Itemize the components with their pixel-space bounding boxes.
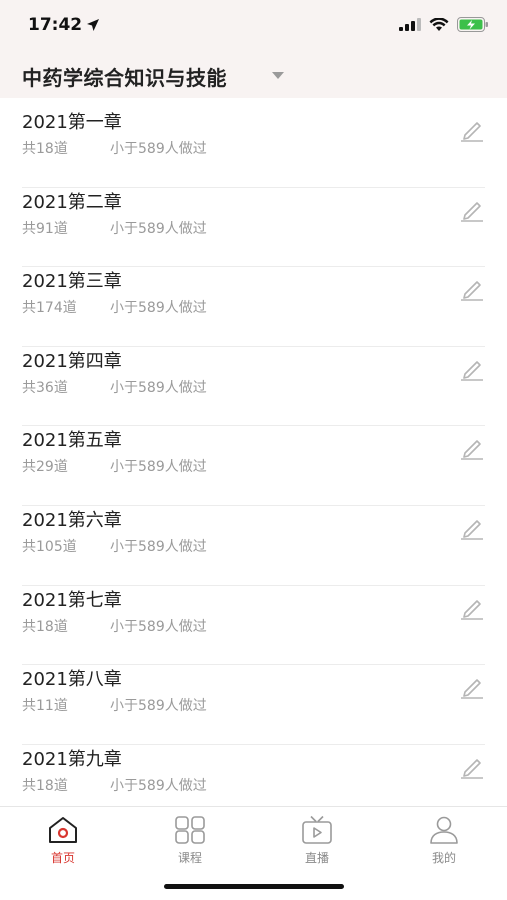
- chapter-title: 2021第一章: [22, 112, 122, 133]
- question-count: 共36道: [22, 379, 68, 396]
- question-count: 共105道: [22, 539, 77, 555]
- status-indicators: [399, 17, 489, 32]
- question-count: 共18道: [22, 777, 68, 794]
- chapter-list[interactable]: 2021第一章 共18道 小于589人做过 2021第二章 共91道 小于589…: [0, 98, 507, 806]
- chapter-meta: 共174道 小于589人做过: [22, 297, 207, 317]
- grid-icon: [175, 816, 205, 844]
- done-count: 小于589人做过: [110, 618, 207, 635]
- chapter-item[interactable]: 2021第一章 共18道 小于589人做过: [0, 108, 507, 188]
- chapter-item[interactable]: 2021第九章 共18道 小于589人做过: [0, 745, 507, 806]
- done-count: 小于589人做过: [110, 777, 207, 794]
- chapter-title: 2021第四章: [22, 350, 122, 372]
- tab-home[interactable]: 首页: [0, 815, 126, 875]
- done-count: 小于589人做过: [110, 539, 207, 555]
- chapter-meta: 共18道 小于589人做过: [22, 138, 207, 158]
- chapter-item[interactable]: 2021第六章 共105道 小于589人做过: [0, 506, 507, 586]
- edit-pencil-icon[interactable]: [459, 438, 485, 461]
- user-icon: [430, 816, 458, 844]
- edit-pencil-icon[interactable]: [459, 757, 485, 779]
- tab-courses-label: 课程: [177, 851, 202, 865]
- question-count: 共174道: [22, 300, 77, 317]
- done-count: 小于589人做过: [110, 379, 207, 396]
- tab-courses[interactable]: 课程: [127, 815, 253, 875]
- question-count: 共91道: [22, 220, 68, 237]
- done-count: 小于589人做过: [110, 459, 207, 476]
- location-arrow-icon: [87, 19, 100, 31]
- dropdown-caret-icon[interactable]: [272, 72, 284, 79]
- home-icon: [49, 817, 77, 843]
- status-time-text: 17:42: [28, 15, 83, 35]
- chapter-item[interactable]: 2021第八章 共11道 小于589人做过: [0, 665, 507, 745]
- chapter-meta: 共105道 小于589人做过: [22, 536, 207, 556]
- chapter-meta: 共18道 小于589人做过: [22, 616, 207, 636]
- question-count: 共18道: [22, 141, 68, 157]
- chapter-title: 2021第五章: [22, 430, 122, 452]
- done-count: 小于589人做过: [110, 300, 207, 317]
- chapter-item[interactable]: 2021第二章 共91道 小于589人做过: [0, 188, 507, 268]
- chapter-meta: 共18道 小于589人做过: [22, 775, 207, 795]
- edit-pencil-icon[interactable]: [459, 598, 485, 620]
- edit-pencil-icon[interactable]: [459, 200, 485, 222]
- chapter-meta: 共29道 小于589人做过: [22, 456, 207, 476]
- chapter-meta: 共11道 小于589人做过: [22, 695, 207, 715]
- chapter-item[interactable]: 2021第三章 共174道 小于589人做过: [0, 267, 507, 347]
- battery-charging-icon: [457, 17, 488, 32]
- chapter-item[interactable]: 2021第五章 共29道 小于589人做过: [0, 426, 507, 506]
- edit-pencil-icon[interactable]: [459, 120, 485, 142]
- chapter-meta: 共36道 小于589人做过: [22, 377, 207, 397]
- app-screen: 17:42 中药学综合知识与技能 2021第一章 共18道 小于589人做过 2…: [0, 0, 507, 900]
- subject-header[interactable]: 中药学综合知识与技能: [0, 52, 507, 98]
- chapter-item[interactable]: 2021第七章 共18道 小于589人做过: [0, 586, 507, 666]
- status-time: 17:42: [28, 15, 100, 35]
- tab-mine-label: 我的: [431, 851, 456, 865]
- chapter-title: 2021第三章: [22, 271, 122, 293]
- question-count: 共11道: [22, 698, 68, 715]
- done-count: 小于589人做过: [110, 698, 207, 715]
- home-indicator[interactable]: [164, 884, 344, 889]
- tv-play-icon: [302, 815, 332, 844]
- edit-pencil-icon[interactable]: [459, 279, 485, 301]
- question-count: 共18道: [22, 618, 68, 635]
- chapter-meta: 共91道 小于589人做过: [22, 218, 207, 238]
- subject-title[interactable]: 中药学综合知识与技能: [22, 62, 227, 91]
- chapter-title: 2021第七章: [22, 589, 122, 611]
- cellular-signal-icon: [399, 18, 421, 31]
- tab-mine[interactable]: 我的: [381, 815, 507, 875]
- chapter-title: 2021第六章: [22, 510, 122, 531]
- tab-live-label: 直播: [304, 851, 329, 865]
- done-count: 小于589人做过: [110, 141, 207, 157]
- tab-live[interactable]: 直播: [254, 815, 380, 875]
- edit-pencil-icon[interactable]: [459, 677, 485, 699]
- wifi-icon: [429, 17, 449, 31]
- chapter-title: 2021第二章: [22, 191, 122, 213]
- done-count: 小于589人做过: [110, 220, 207, 237]
- edit-pencil-icon[interactable]: [459, 359, 485, 381]
- tab-home-label: 首页: [50, 851, 75, 865]
- edit-pencil-icon[interactable]: [459, 518, 485, 540]
- chapter-title: 2021第八章: [22, 669, 122, 691]
- chapter-title: 2021第九章: [22, 748, 122, 770]
- question-count: 共29道: [22, 459, 68, 476]
- status-bar: 17:42: [0, 0, 507, 52]
- chapter-item[interactable]: 2021第四章 共36道 小于589人做过: [0, 347, 507, 427]
